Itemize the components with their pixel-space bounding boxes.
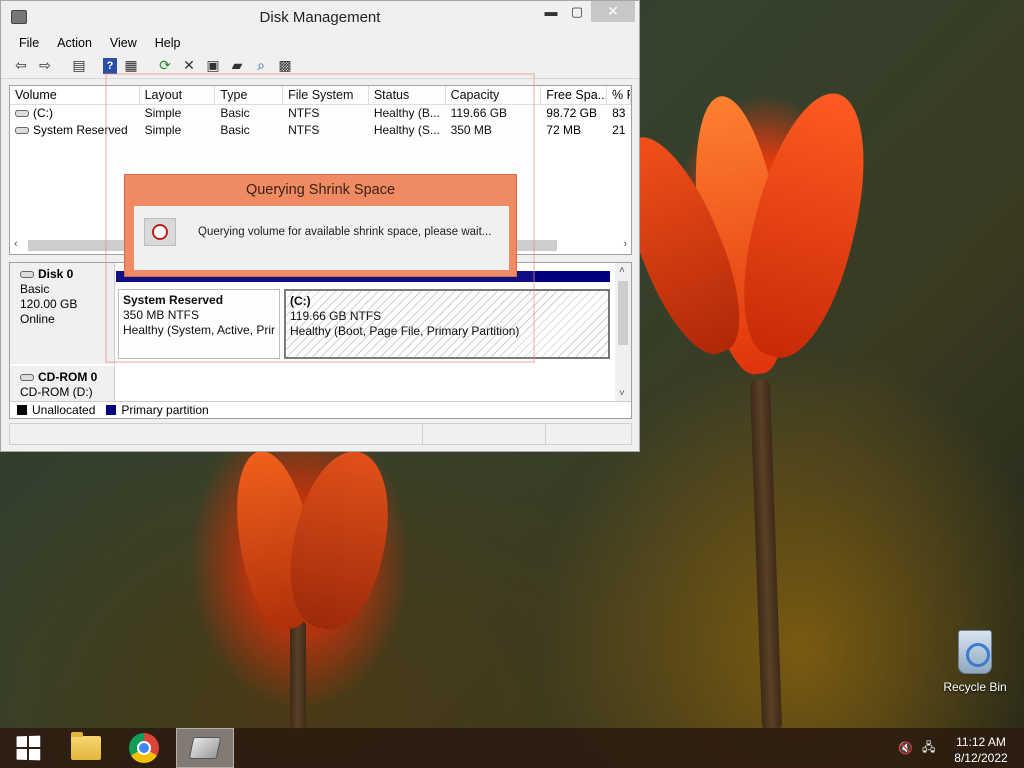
volume-icon bbox=[15, 110, 29, 118]
cdrom-icon bbox=[20, 374, 34, 382]
maximize-button[interactable]: ▢ bbox=[563, 1, 591, 22]
scroll-down-icon[interactable]: ˅ bbox=[619, 388, 625, 399]
wallpaper-stem-left bbox=[290, 620, 306, 730]
free-space-cell: 72 MB bbox=[546, 123, 581, 137]
close-button[interactable]: ✕ bbox=[591, 1, 635, 22]
toolbar-separator bbox=[93, 56, 99, 76]
recycle-bin-icon bbox=[958, 630, 992, 674]
network-icon[interactable]: 🖧 bbox=[922, 728, 935, 768]
volume-muted-icon[interactable]: 🔇 bbox=[898, 728, 913, 768]
system-clock[interactable]: 11:12 AM 8/12/2022 bbox=[946, 734, 1016, 766]
status-divider bbox=[545, 424, 546, 444]
unallocated-swatch bbox=[17, 405, 27, 415]
recycle-bin-label: Recycle Bin bbox=[943, 680, 1007, 694]
disk-state: Online bbox=[20, 312, 55, 326]
folder-icon bbox=[71, 732, 101, 760]
minimize-button[interactable]: ▬ bbox=[537, 1, 565, 22]
chrome-icon bbox=[129, 733, 159, 763]
legend-primary: Primary partition bbox=[121, 403, 209, 417]
menu-view[interactable]: View bbox=[110, 36, 137, 50]
disk-size: 120.00 GB bbox=[20, 297, 78, 311]
legend: Unallocated Primary partition bbox=[10, 401, 631, 418]
cdrom-type: CD-ROM (D:) bbox=[20, 385, 93, 399]
dialog-message: Querying volume for available shrink spa… bbox=[198, 226, 492, 238]
column-header[interactable]: % F bbox=[607, 86, 631, 104]
windows-logo-icon bbox=[16, 735, 41, 761]
volume-name: (C:) bbox=[33, 106, 53, 120]
legend-unallocated: Unallocated bbox=[32, 403, 96, 417]
disk-name: Disk 0 bbox=[38, 267, 74, 281]
querying-shrink-space-dialog[interactable]: Querying Shrink Space Querying volume fo… bbox=[124, 174, 517, 277]
menu-action[interactable]: Action bbox=[57, 36, 92, 50]
wallpaper-stem-right bbox=[749, 379, 783, 731]
menu-bar: File Action View Help bbox=[1, 33, 639, 53]
free-space-cell: 98.72 GB bbox=[546, 106, 597, 120]
percent-free-cell: 83 bbox=[612, 106, 626, 120]
disk-0-label[interactable]: Disk 0 Basic 120.00 GB Online bbox=[10, 263, 115, 364]
scroll-up-icon[interactable]: ˄ bbox=[619, 265, 625, 276]
chrome-button[interactable] bbox=[116, 728, 172, 768]
dialog-title: Querying Shrink Space bbox=[245, 182, 396, 198]
recycle-bin[interactable]: Recycle Bin bbox=[940, 630, 1010, 694]
status-divider bbox=[422, 424, 423, 444]
scroll-left-icon[interactable]: ‹ bbox=[14, 238, 18, 250]
toolbar-separator bbox=[59, 56, 65, 76]
scroll-right-icon[interactable]: › bbox=[623, 238, 627, 250]
disk-management-icon bbox=[188, 737, 222, 759]
title-bar[interactable]: Disk Management ▬ ▢ ✕ bbox=[1, 1, 639, 33]
clock-date: 8/12/2022 bbox=[954, 751, 1008, 765]
forward-icon[interactable]: ⇨ bbox=[35, 56, 55, 76]
column-header[interactable]: Free Spa... bbox=[541, 86, 608, 104]
percent-free-cell: 21 bbox=[612, 123, 626, 137]
clock-time: 11:12 AM bbox=[956, 735, 1006, 749]
menu-help[interactable]: Help bbox=[155, 36, 181, 50]
file-explorer-button[interactable] bbox=[58, 728, 114, 768]
disk-management-taskbar-button[interactable] bbox=[176, 728, 234, 768]
disk-icon bbox=[20, 271, 34, 279]
console-tree-icon[interactable]: ▤ bbox=[69, 56, 89, 76]
taskbar: 🔇 🖧 11:12 AM 8/12/2022 bbox=[0, 728, 1024, 768]
primary-partition-swatch bbox=[106, 405, 117, 415]
clock-icon bbox=[144, 218, 176, 246]
disk-type: Basic bbox=[20, 282, 50, 296]
dialog-body: Querying volume for available shrink spa… bbox=[134, 206, 509, 270]
cdrom-name: CD-ROM 0 bbox=[38, 370, 98, 384]
menu-file[interactable]: File bbox=[19, 36, 39, 50]
status-bar bbox=[9, 423, 632, 445]
cdrom-0-label[interactable]: CD-ROM 0 CD-ROM (D:) bbox=[10, 366, 115, 402]
start-button[interactable] bbox=[0, 728, 56, 768]
vertical-scrollbar[interactable]: ˄ ˅ bbox=[615, 263, 631, 401]
scrollbar-thumb[interactable] bbox=[618, 281, 628, 345]
volume-icon bbox=[15, 127, 29, 135]
help-icon[interactable]: ? bbox=[103, 57, 117, 74]
back-icon[interactable]: ⇦ bbox=[11, 56, 31, 76]
